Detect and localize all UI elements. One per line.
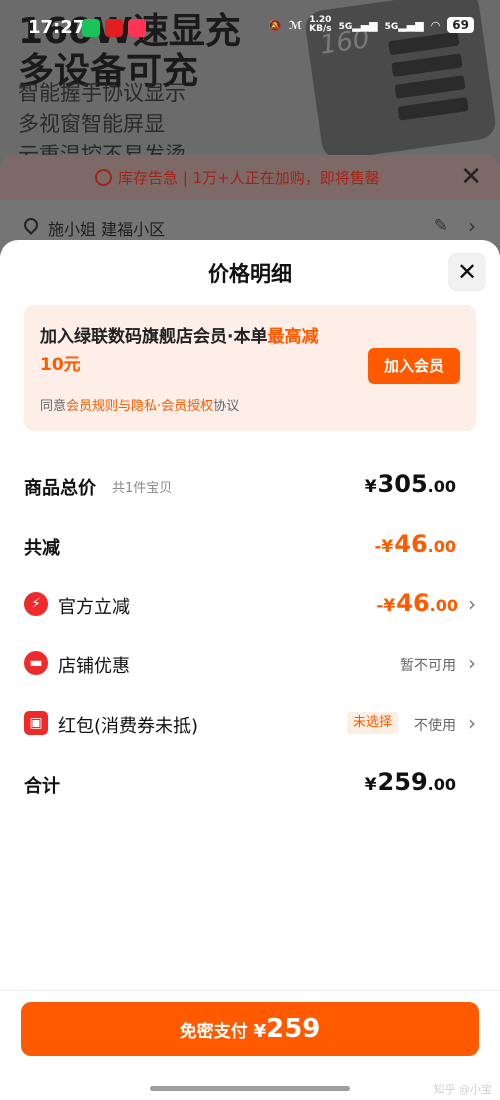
shop-discount-label: 店铺优惠 [58,656,130,677]
feature-1: 智能握手协议显示 [18,81,186,105]
official-discount-label: 官方立减 [58,597,130,618]
membership-title: 加入绿联数码旗舰店会员·本单最高减10元 [40,323,340,379]
feature-2: 多视窗智能屏显 [18,112,165,136]
net-speed: 1.20 KB/s [309,15,332,34]
reduction-amount: -¥ 46.00 [374,530,456,558]
total-price-amount: ¥305.00 [364,470,456,498]
sheet-title: 价格明细 [208,262,292,286]
chevron-right-icon: › [468,651,476,675]
signal-icon-1: 5G▂▄▆ [338,18,378,32]
membership-card: 加入绿联数码旗舰店会员·本单最高减10元 同意会员规则与隐私·会员授权协议 加入… [24,305,476,431]
membership-title-text: 加入绿联数码旗舰店会员·本单 [40,327,268,347]
watermark: 知乎 @小宝 [433,1083,493,1096]
red-packet-label: 红包(消费券未抵) [58,716,199,737]
close-button[interactable]: ✕ [448,253,486,291]
membership-agreement: 同意会员规则与隐私·会员授权协议 [40,399,240,414]
pay-amount: 259 [266,1014,321,1044]
wifi-icon: ◠ [430,18,441,32]
stock-alert-banner: 库存告急 | 1万+人正在加购，即将售罄 ✕ [0,155,500,200]
chevron-right-icon: › [468,711,476,735]
item-count: 共1件宝贝 [112,481,173,496]
member-rules-link[interactable]: 会员规则与隐私 [66,399,157,414]
wechat-icon [82,19,100,37]
total-price-label: 商品总价 [24,478,96,499]
not-selected-tag: 未选择 [346,712,398,734]
alarm-icon [95,169,112,186]
sum-label: 合计 [24,776,60,797]
mute-icon: 🔕 [268,18,283,32]
location-pin-icon [21,215,41,235]
home-indicator[interactable] [150,1086,350,1091]
edit-icon[interactable]: ✎ [434,216,448,236]
battery-icon: 69 [447,17,474,33]
row-sum: 合计 ¥259.00 [24,764,476,804]
row-total-reduction: 共减 -¥ 46.00 [24,526,476,566]
official-discount-amount: -¥ 46.00 [376,589,458,617]
status-time: 17:27 [28,17,86,38]
signal-icon-2: 5G▂▄▆ [384,18,424,32]
pay-button[interactable]: 免密支付 ¥259 [21,1002,479,1056]
status-right-icons: 🔕 ℳ 1.20 KB/s 5G▂▄▆ 5G▂▄▆ ◠ 69 [268,16,474,34]
row-red-packet[interactable]: ▣ 红包(消费券未抵) 未选择 不使用 › [24,704,476,744]
chevron-right-icon: › [468,214,476,238]
red-packet-status: 不使用 [414,718,456,734]
member-authorization-link[interactable]: 会员授权 [161,399,213,414]
join-member-button[interactable]: 加入会员 [368,348,460,384]
address-text: 施小姐 建福小区 [48,220,166,239]
pay-currency: ¥ [253,1021,267,1042]
notification-icon: ℳ [289,18,303,32]
row-official-discount[interactable]: ⚡ 官方立减 -¥ 46.00 › [24,585,476,625]
shop-coupon-icon: ▬ [24,651,48,675]
bottom-bar: 免密支付 ¥259 知乎 @小宝 [0,990,500,1100]
red-packet-icon: ▣ [24,711,48,735]
stock-alert-text: 库存告急 | 1万+人正在加购，即将售罄 [118,169,380,187]
chevron-right-icon: › [468,592,476,616]
app-notification-icon [105,19,123,37]
shop-discount-status: 暂不可用 [400,658,456,674]
alert-close-icon[interactable]: ✕ [460,162,482,192]
price-detail-sheet: 价格明细 ✕ 加入绿联数码旗舰店会员·本单最高减10元 同意会员规则与隐私·会员… [0,240,500,1100]
reduction-label: 共减 [24,538,60,559]
row-total-price: 商品总价 共1件宝贝 ¥305.00 [24,466,476,506]
pay-button-label: 免密支付 [179,1022,248,1042]
lightning-icon: ⚡ [24,592,48,616]
app-notification-icon-2 [128,19,146,37]
sum-amount: ¥259.00 [364,768,456,796]
row-shop-discount[interactable]: ▬ 店铺优惠 暂不可用 › [24,644,476,684]
status-bar: 17:27 🔕 ℳ 1.20 KB/s 5G▂▄▆ 5G▂▄▆ ◠ 69 [0,0,500,56]
